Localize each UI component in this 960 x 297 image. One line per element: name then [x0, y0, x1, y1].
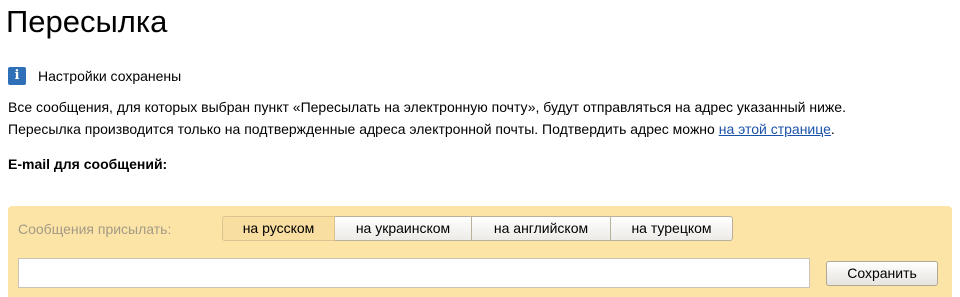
email-input[interactable] [18, 258, 810, 288]
save-button[interactable]: Сохранить [826, 261, 938, 286]
forwarding-settings-page: Пересылка i Настройки сохранены Все сооб… [0, 0, 960, 297]
tab-english[interactable]: на английском [472, 216, 611, 241]
forwarding-form-panel: Сообщения присылать: на русском на украи… [8, 206, 952, 297]
email-section-label: E-mail для сообщений: [8, 156, 168, 172]
info-icon: i [8, 67, 26, 85]
notice-text: Настройки сохранены [38, 68, 182, 84]
description: Все сообщения, для которых выбран пункт … [8, 96, 953, 140]
description-line-2-end: . [830, 121, 835, 137]
language-tabs: на русском на украинском на английском н… [222, 216, 733, 241]
description-line-2-text: Пересылка производится только на подтвер… [8, 121, 719, 137]
tab-turkish[interactable]: на турецком [611, 216, 733, 241]
tab-russian[interactable]: на русском [222, 216, 335, 241]
saved-notice: i Настройки сохранены [8, 66, 181, 86]
description-line-1: Все сообщения, для которых выбран пункт … [8, 99, 846, 115]
confirm-address-link[interactable]: на этой странице [719, 121, 831, 137]
language-label: Сообщения присылать: [18, 221, 172, 237]
page-title: Пересылка [6, 4, 168, 39]
description-line-2: Пересылка производится только на подтвер… [8, 118, 953, 140]
tab-ukrainian[interactable]: на украинском [335, 216, 472, 241]
